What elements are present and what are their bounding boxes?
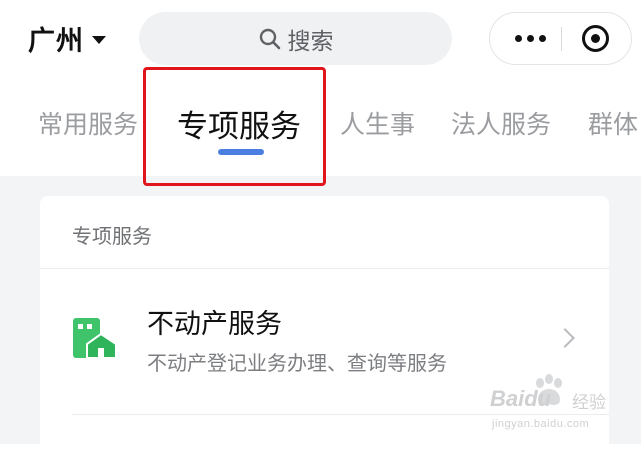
capsule-divider [561,27,562,51]
city-label: 广州 [28,25,84,57]
mini-program-capsule [489,12,632,65]
house-building-icon [73,318,117,359]
close-target-icon[interactable] [582,25,609,52]
search-box[interactable]: 搜索 [139,12,452,65]
tab-groups[interactable]: 群体 [588,105,638,141]
top-bar: 广州 搜索 [0,0,641,80]
content-area: 专项服务 不动产服务 不动产登记业务办理、查询等服务 [0,176,641,456]
service-title: 不动产服务 [147,309,282,340]
search-placeholder: 搜索 [287,28,334,55]
tab-life-events[interactable]: 人生事 [340,105,415,141]
category-tabs: 常用服务 专项服务 人生事 法人服务 群体 [0,80,641,176]
search-icon [259,28,280,49]
section-title: 专项服务 [72,224,152,248]
more-icon[interactable] [508,13,552,64]
service-description: 不动产登记业务办理、查询等服务 [147,351,447,375]
services-card: 专项服务 不动产服务 不动产登记业务办理、查询等服务 [40,196,609,456]
tab-common-services[interactable]: 常用服务 [38,105,138,141]
tab-legal-person-services[interactable]: 法人服务 [451,105,551,141]
service-item-real-estate[interactable]: 不动产服务 不动产登记业务办理、查询等服务 [40,269,609,414]
active-tab-indicator [218,149,264,155]
chevron-right-icon [555,328,575,348]
city-selector[interactable]: 广州 [28,20,106,57]
caret-down-icon [92,35,106,44]
row-divider [72,414,609,415]
tab-special-services[interactable]: 专项服务 [177,101,301,146]
